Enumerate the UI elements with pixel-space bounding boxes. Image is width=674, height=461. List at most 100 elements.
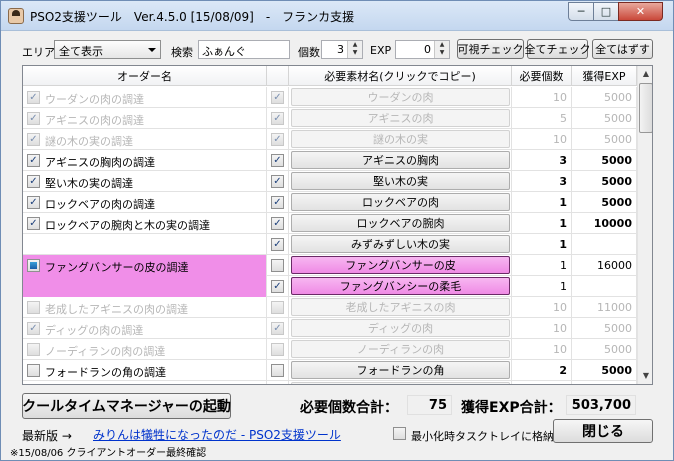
material-check-cell[interactable]: ✓ — [267, 129, 289, 150]
table-row[interactable]: ノーディランの肉の調達 ノーディランの肉 10 5000 — [23, 339, 637, 360]
visible-check-button[interactable]: 可視チェック — [457, 39, 524, 59]
material-checkbox[interactable]: ✓ — [271, 217, 284, 230]
scroll-down-icon[interactable]: ▼ — [638, 368, 652, 384]
order-grid[interactable]: オーダー名 必要素材名(クリックでコピー) 必要個数 獲得EXP ✓ ウーダンの肉… — [22, 65, 653, 385]
copy-material-button[interactable]: 謎の木の実 — [291, 130, 510, 148]
material-checkbox[interactable]: ✓ — [271, 196, 284, 209]
copy-material-button[interactable]: ファングバンサーの牙 — [291, 382, 510, 384]
column-required-count[interactable]: 必要個数 — [512, 66, 572, 86]
table-row[interactable]: ✓ ウーダンの肉の調達 ✓ ウーダンの肉 10 5000 — [23, 87, 637, 108]
material-check-cell[interactable]: ✓ — [267, 150, 289, 171]
order-cell[interactable]: ✓ 堅い木の実の調達 — [23, 171, 267, 192]
material-checkbox[interactable]: ✓ — [271, 91, 284, 104]
order-checkbox[interactable]: ✓ — [27, 133, 40, 146]
order-checkbox[interactable]: ✓ — [27, 196, 40, 209]
order-checkbox[interactable] — [27, 301, 40, 314]
table-row[interactable]: ✓ みずみずしい木の実 1 — [23, 234, 637, 255]
order-checkbox[interactable] — [27, 364, 40, 377]
material-checkbox[interactable]: ✓ — [271, 322, 284, 335]
column-order-name[interactable]: オーダー名 — [23, 66, 267, 86]
material-checkbox[interactable] — [271, 301, 284, 314]
material-checkbox[interactable]: ✓ — [271, 280, 284, 293]
order-cell[interactable]: 老成したアギニスの肉の調達 — [23, 297, 267, 318]
material-check-cell[interactable]: ✓ — [267, 171, 289, 192]
material-check-cell[interactable] — [267, 360, 289, 381]
table-row[interactable]: フォードランの角の調達 フォードランの角 2 5000 — [23, 360, 637, 381]
material-check-cell[interactable]: ✓ — [267, 276, 289, 297]
material-check-cell[interactable]: ✓ — [267, 234, 289, 255]
close-button[interactable]: 閉じる — [553, 419, 653, 443]
order-cell[interactable] — [23, 276, 267, 297]
minimize-button[interactable]: ─ — [568, 2, 594, 21]
material-checkbox[interactable] — [271, 364, 284, 377]
count-stepper[interactable]: 3 ▲ ▼ — [321, 40, 363, 59]
copy-material-button[interactable]: 老成したアギニスの肉 — [291, 298, 510, 316]
material-check-cell[interactable]: ✓ — [267, 318, 289, 339]
material-check-cell[interactable]: ✓ — [267, 192, 289, 213]
area-select[interactable]: 全て表示 — [54, 40, 161, 59]
latest-version-link[interactable]: みりんは犠牲になったのだ - PSO2支援ツール — [93, 426, 341, 443]
table-row[interactable]: ✓ 謎の木の実の調達 ✓ 謎の木の実 10 5000 — [23, 129, 637, 150]
copy-material-button[interactable]: ノーディランの肉 — [291, 340, 510, 358]
scroll-up-icon[interactable]: ▲ — [638, 66, 652, 82]
spin-up-icon[interactable]: ▲ — [348, 41, 362, 49]
title-bar[interactable]: PSO2支援ツール Ver.4.5.0 [15/08/09] - フランカ支援 … — [1, 1, 673, 31]
order-cell[interactable]: ✓ ウーダンの肉の調達 — [23, 87, 267, 108]
spin-up-icon[interactable]: ▲ — [435, 41, 449, 49]
table-row[interactable]: ✓ 堅い木の実の調達 ✓ 堅い木の実 3 5000 — [23, 171, 637, 192]
order-cell[interactable]: ノーディランの肉の調達 — [23, 339, 267, 360]
order-checkbox[interactable]: ✓ — [27, 112, 40, 125]
copy-material-button[interactable]: ロックベアの腕肉 — [291, 214, 510, 232]
order-cell[interactable]: フォードランの角の調達 — [23, 360, 267, 381]
exp-stepper[interactable]: 0 ▲ ▼ — [395, 40, 450, 59]
order-cell[interactable]: ✓ ロックベアの肉の調達 — [23, 192, 267, 213]
material-check-cell[interactable] — [267, 255, 289, 276]
order-checkbox[interactable] — [27, 343, 40, 356]
order-checkbox[interactable] — [27, 259, 40, 272]
order-checkbox[interactable]: ✓ — [27, 322, 40, 335]
material-checkbox[interactable]: ✓ — [271, 238, 284, 251]
order-cell[interactable] — [23, 234, 267, 255]
order-cell[interactable]: ✓ ロックベアの腕肉と木の実の調達 — [23, 213, 267, 234]
exp-spin-buttons[interactable]: ▲ ▼ — [434, 41, 449, 58]
column-material-name[interactable]: 必要素材名(クリックでコピー) — [289, 66, 512, 86]
copy-material-button[interactable]: 堅い木の実 — [291, 172, 510, 190]
maximize-button[interactable]: □ — [593, 2, 619, 21]
spin-down-icon[interactable]: ▼ — [435, 49, 449, 57]
material-check-cell[interactable] — [267, 297, 289, 318]
copy-material-button[interactable]: ファングバンシーの柔毛 — [291, 277, 510, 295]
column-exp[interactable]: 獲得EXP — [572, 66, 637, 86]
uncheck-all-button[interactable]: 全てはずす — [592, 39, 653, 59]
order-cell[interactable]: ✓ アギニスの肉の調達 — [23, 108, 267, 129]
table-row[interactable]: ✓ ロックベアの肉の調達 ✓ ロックベアの肉 1 5000 — [23, 192, 637, 213]
order-cell[interactable]: ファングバンサーの牙の調達 — [23, 381, 267, 384]
order-cell[interactable]: ファングバンサーの皮の調達 — [23, 255, 267, 276]
order-cell[interactable]: ✓ アギニスの胸肉の調達 — [23, 150, 267, 171]
vertical-scrollbar[interactable]: ▲ ▼ — [637, 66, 652, 384]
count-spin-buttons[interactable]: ▲ ▼ — [347, 41, 362, 58]
table-row[interactable]: ファングバンサーの牙の調達 ファングバンサーの牙105000 — [23, 381, 637, 384]
tray-checkbox[interactable] — [393, 427, 406, 440]
table-row[interactable]: 老成したアギニスの肉の調達 老成したアギニスの肉 10 11000 — [23, 297, 637, 318]
material-checkbox[interactable] — [271, 259, 284, 272]
material-checkbox[interactable]: ✓ — [271, 175, 284, 188]
check-all-button[interactable]: 全てチェック — [525, 39, 591, 59]
copy-material-button[interactable]: アギニスの肉 — [291, 109, 510, 127]
material-check-cell[interactable]: ✓ — [267, 108, 289, 129]
copy-material-button[interactable]: ロックベアの肉 — [291, 193, 510, 211]
material-check-cell[interactable]: ✓ — [267, 213, 289, 234]
material-checkbox[interactable]: ✓ — [271, 112, 284, 125]
order-cell[interactable]: ✓ ディッグの肉の調達 — [23, 318, 267, 339]
material-check-cell[interactable] — [267, 339, 289, 360]
copy-material-button[interactable]: ディッグの肉 — [291, 319, 510, 337]
copy-material-button[interactable]: ウーダンの肉 — [291, 88, 510, 106]
table-row[interactable]: ✓ ロックベアの腕肉と木の実の調達 ✓ ロックベアの腕肉 1 10000 — [23, 213, 637, 234]
order-cell[interactable]: ✓ 謎の木の実の調達 — [23, 129, 267, 150]
table-row[interactable]: ✓ ファングバンシーの柔毛 1 — [23, 276, 637, 297]
search-input[interactable]: ふぁんぐ — [198, 40, 290, 59]
material-check-cell[interactable]: ✓ — [267, 87, 289, 108]
order-checkbox[interactable]: ✓ — [27, 217, 40, 230]
cooltime-manager-button[interactable]: クールタイムマネージャーの起動 — [22, 393, 231, 419]
table-row[interactable]: ファングバンサーの皮の調達 ファングバンサーの皮 1 16000 — [23, 255, 637, 276]
spin-down-icon[interactable]: ▼ — [348, 49, 362, 57]
